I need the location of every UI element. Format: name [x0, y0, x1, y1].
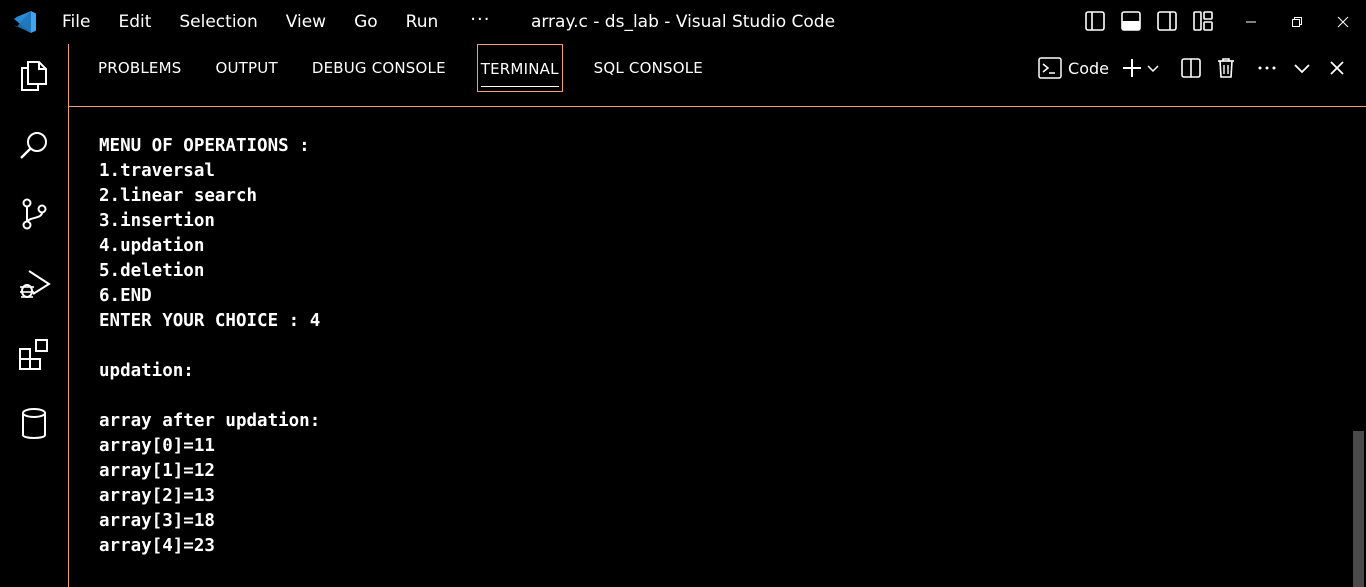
restore-button[interactable] — [1274, 0, 1320, 44]
trash-icon — [1218, 58, 1234, 78]
extensions-icon — [19, 339, 48, 370]
activity-run-debug[interactable] — [14, 264, 54, 304]
menu-view[interactable]: View — [272, 0, 340, 44]
close-window-button[interactable] — [1320, 0, 1366, 44]
menu-edit[interactable]: Edit — [104, 0, 165, 44]
terminal-line: ENTER YOUR CHOICE : 4 — [99, 311, 321, 331]
chevron-down-icon — [1147, 65, 1159, 73]
activity-source-control[interactable] — [14, 194, 54, 234]
menu-more-button[interactable]: ··· — [452, 0, 508, 44]
explorer-icon — [21, 61, 47, 91]
terminal-line: 4.updation — [99, 236, 205, 256]
database-icon — [22, 408, 46, 439]
title-bar: File Edit Selection View Go Run ··· arra… — [0, 0, 1366, 44]
menu-bar: File Edit Selection View Go Run ··· — [48, 0, 508, 44]
bottom-panel: PROBLEMS OUTPUT DEBUG CONSOLE TERMINAL S… — [68, 44, 1366, 587]
ellipsis-icon — [1258, 66, 1276, 70]
vscode-logo-icon — [14, 11, 36, 33]
terminal-line: 1.traversal — [99, 161, 215, 181]
run-debug-icon — [20, 270, 51, 298]
close-icon — [1330, 61, 1344, 75]
tab-debug-console[interactable]: DEBUG CONSOLE — [295, 44, 463, 92]
terminal-line: 5.deletion — [99, 261, 205, 281]
more-actions-button[interactable] — [1256, 56, 1278, 80]
activity-search[interactable] — [14, 126, 54, 166]
terminal-line: array[3]=18 — [99, 511, 215, 531]
minimize-button[interactable] — [1228, 0, 1274, 44]
source-control-icon — [22, 198, 47, 230]
new-terminal-button[interactable] — [1121, 56, 1160, 80]
terminal-type-label: Code — [1068, 58, 1109, 78]
search-icon — [20, 132, 47, 159]
terminal-line: 2.linear search — [99, 186, 258, 206]
terminal-selector[interactable]: Code — [1038, 56, 1109, 80]
terminal-line: MENU OF OPERATIONS : — [99, 136, 310, 156]
terminal-line: array[2]=13 — [99, 486, 215, 506]
chevron-down-icon — [1294, 64, 1310, 74]
activity-extensions[interactable] — [14, 334, 54, 374]
terminal-line: array[1]=12 — [99, 461, 215, 481]
activity-explorer[interactable] — [14, 56, 54, 96]
menu-selection[interactable]: Selection — [165, 0, 271, 44]
close-icon — [1337, 16, 1349, 28]
menu-file[interactable]: File — [48, 0, 104, 44]
minimize-icon — [1246, 21, 1256, 23]
split-terminal-button[interactable] — [1180, 56, 1202, 80]
toggle-panel-icon[interactable] — [1119, 9, 1143, 33]
close-panel-button[interactable] — [1328, 56, 1346, 80]
tab-output[interactable]: OUTPUT — [198, 44, 294, 92]
menu-go[interactable]: Go — [340, 0, 392, 44]
terminal-line: 3.insertion — [99, 211, 215, 231]
terminal-line: 6.END — [99, 286, 152, 306]
split-icon — [1181, 58, 1201, 78]
maximize-panel-button[interactable] — [1292, 56, 1312, 80]
terminal-line: array[4]=23 — [99, 536, 215, 556]
plus-icon — [1123, 59, 1141, 77]
terminal-line: updation: — [99, 361, 194, 381]
customize-layout-icon[interactable] — [1191, 9, 1215, 33]
toggle-primary-sidebar-icon[interactable] — [1083, 9, 1107, 33]
panel-header: PROBLEMS OUTPUT DEBUG CONSOLE TERMINAL S… — [69, 44, 1366, 107]
activity-database[interactable] — [14, 404, 54, 444]
tab-problems[interactable]: PROBLEMS — [81, 44, 198, 92]
panel-actions: Code — [1038, 56, 1346, 80]
panel-tabs: PROBLEMS OUTPUT DEBUG CONSOLE TERMINAL S… — [81, 44, 720, 92]
terminal-icon — [1038, 57, 1062, 79]
terminal-scrollbar[interactable] — [1353, 431, 1364, 587]
menu-run[interactable]: Run — [392, 0, 453, 44]
layout-controls — [1083, 9, 1215, 33]
kill-terminal-button[interactable] — [1216, 56, 1236, 80]
restore-icon — [1292, 17, 1302, 27]
terminal-line: array[0]=11 — [99, 436, 215, 456]
terminal-line: array after updation: — [99, 411, 321, 431]
terminal-output[interactable]: MENU OF OPERATIONS : 1.traversal 2.linear … — [99, 134, 320, 559]
activity-bar — [0, 44, 68, 587]
tab-terminal[interactable]: TERMINAL — [476, 44, 563, 92]
tab-sql-console[interactable]: SQL CONSOLE — [577, 44, 720, 92]
toggle-secondary-sidebar-icon[interactable] — [1155, 9, 1179, 33]
window-controls — [1228, 0, 1366, 44]
